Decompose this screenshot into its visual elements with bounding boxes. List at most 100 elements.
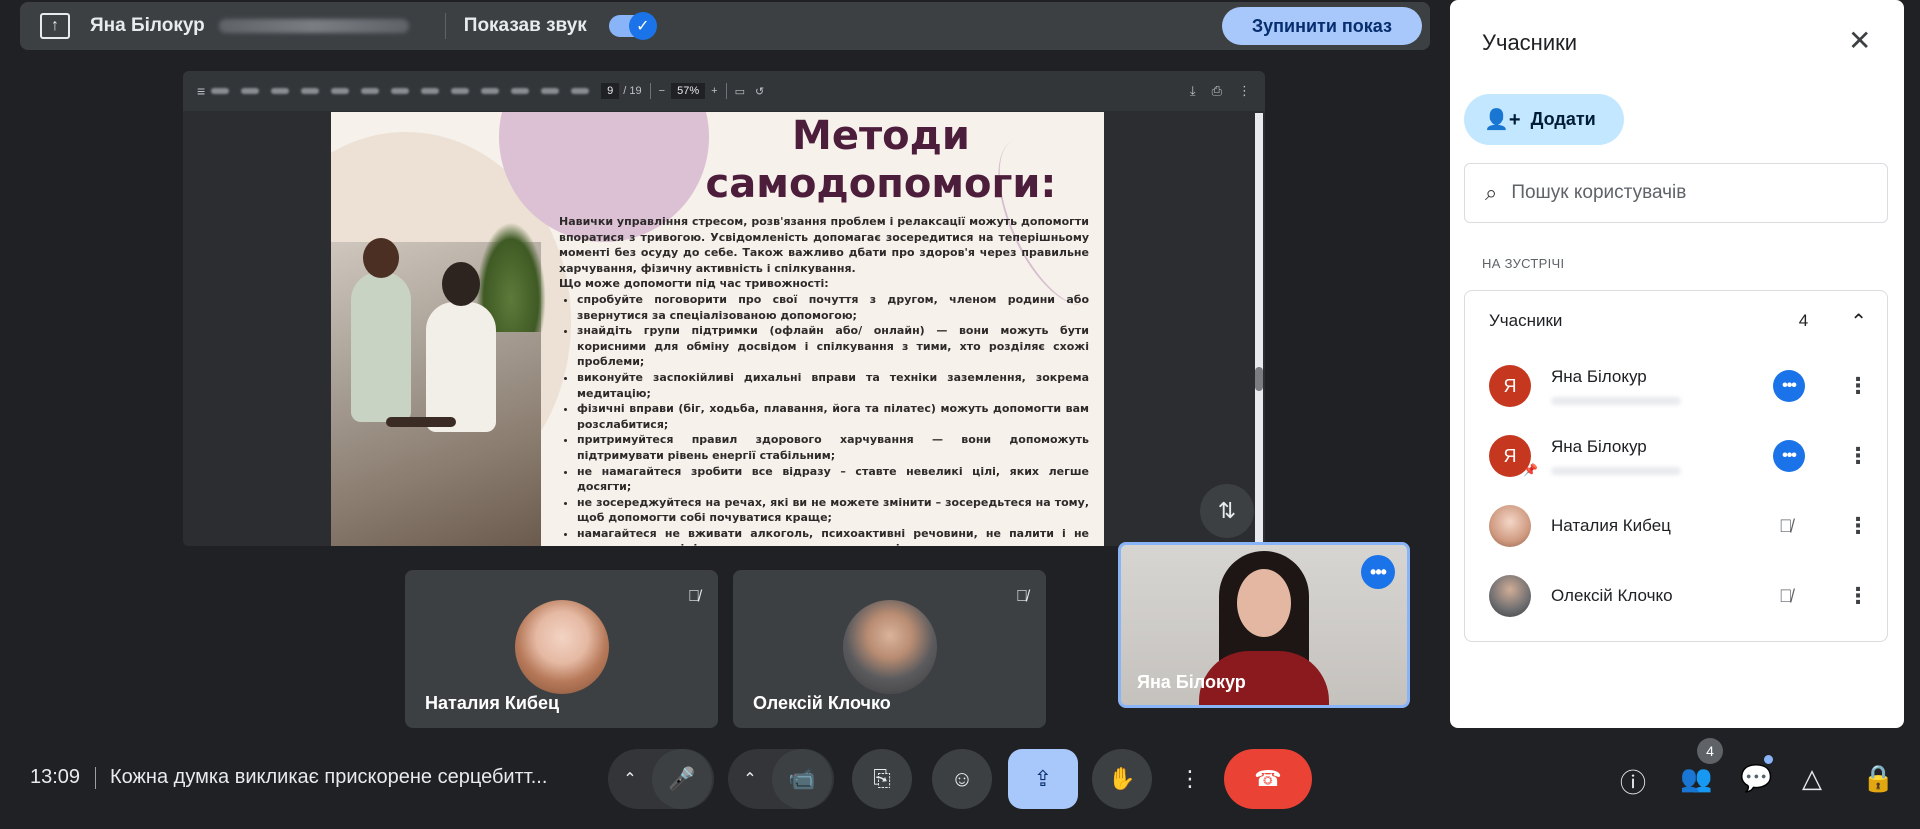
participant-name: Яна Білокур bbox=[1551, 437, 1647, 456]
slide-title-line: Методи bbox=[792, 113, 970, 159]
pdf-scrollbar[interactable] bbox=[1255, 113, 1263, 546]
group-header[interactable]: Учасники 4 ⌃ bbox=[1465, 291, 1887, 351]
tile-name: Наталия Кибец bbox=[425, 693, 560, 713]
slide-body: Навички управління стресом, розв'язання … bbox=[559, 214, 1089, 546]
pdf-scroll-thumb[interactable] bbox=[1255, 367, 1263, 391]
slide-list: спробуйте поговорити про свої почуття з … bbox=[577, 292, 1089, 546]
sound-toggle[interactable]: ✓ bbox=[608, 12, 657, 40]
more-vert-icon[interactable]: ⋮ bbox=[1238, 83, 1251, 99]
add-label: Додати bbox=[1530, 109, 1596, 129]
toolbar-blurred-item bbox=[541, 88, 560, 94]
more-options-icon[interactable]: ••• bbox=[1361, 555, 1395, 589]
participants-group: Учасники 4 ⌃ Я Яна Білокур ••• ⋮ Я 📌 Яна… bbox=[1464, 290, 1888, 642]
check-icon: ✓ bbox=[628, 12, 657, 40]
participant-tile-self[interactable]: ••• Яна Білокур bbox=[1118, 542, 1410, 708]
participant-row[interactable]: Олексій Клочко 🎙̸ ⋮ bbox=[1465, 561, 1887, 631]
more-options-icon[interactable]: ••• bbox=[1773, 370, 1805, 402]
activities-icon[interactable]: △ bbox=[1802, 763, 1822, 794]
toolbar-blurred-item bbox=[421, 88, 440, 94]
rotate-icon[interactable]: ↺ bbox=[755, 85, 764, 98]
chevron-up-icon[interactable]: ⌃ bbox=[608, 769, 652, 789]
raise-hand-button[interactable]: ✋ bbox=[1092, 749, 1152, 809]
slide-subheading: Що може допомогти під час тривожності: bbox=[559, 277, 829, 291]
participants-panel: Учасники ✕ 👤+ Додати ⌕ НА ЗУСТРІЧІ Учасн… bbox=[1450, 0, 1904, 728]
sound-label: Показав звук bbox=[463, 15, 587, 36]
divider bbox=[725, 83, 727, 99]
microphone-button[interactable]: 🎤 bbox=[652, 749, 712, 809]
group-count: 4 bbox=[1798, 311, 1809, 330]
panel-title: Учасники bbox=[1482, 30, 1578, 55]
photo-head bbox=[363, 238, 399, 278]
chevron-up-icon[interactable]: ⌃ bbox=[728, 769, 772, 789]
end-call-button[interactable]: ☎ bbox=[1224, 749, 1312, 809]
more-options-button[interactable]: ⋮ bbox=[1170, 749, 1210, 809]
search-field[interactable]: ⌕ bbox=[1464, 163, 1888, 223]
mic-off-icon: 🎙̸ bbox=[688, 588, 700, 605]
stop-presenting-button[interactable]: Зупинити показ bbox=[1221, 7, 1422, 45]
swap-vertical-icon[interactable]: ⇅ bbox=[1200, 484, 1254, 538]
photo-person bbox=[351, 238, 411, 422]
person-add-icon: 👤+ bbox=[1484, 109, 1521, 131]
tile-name: Яна Білокур bbox=[1137, 672, 1246, 692]
list-item: знайдіть групи підтримки (офлайн або/ он… bbox=[577, 323, 1089, 370]
photo-head bbox=[442, 262, 480, 306]
chevron-up-icon[interactable]: ⌃ bbox=[1850, 309, 1867, 334]
photo-person bbox=[426, 262, 496, 432]
toolbar-blurred-item bbox=[301, 88, 320, 94]
participant-row[interactable]: Наталия Кибец 🎙̸ ⋮ bbox=[1465, 491, 1887, 561]
group-label: Учасники bbox=[1489, 311, 1563, 330]
avatar bbox=[1489, 575, 1531, 617]
section-label: НА ЗУСТРІЧІ bbox=[1482, 256, 1565, 271]
meeting-title: Кожна думка викликає прискорене серцебит… bbox=[110, 766, 548, 788]
camera-button[interactable]: 📹 bbox=[772, 749, 832, 809]
more-vert-icon[interactable]: ⋮ bbox=[1847, 583, 1869, 609]
more-vert-icon[interactable]: ⋮ bbox=[1847, 443, 1869, 469]
zoom-in-icon[interactable]: + bbox=[711, 85, 717, 97]
page-number-input[interactable]: 9 bbox=[601, 83, 620, 99]
toolbar-blurred-item bbox=[391, 88, 410, 94]
pdf-toolbar: ≡ 9 / 19 − 57% + ▭ ↺ ⤓ ⎙ ⋮ bbox=[183, 71, 1265, 111]
chat-icon[interactable]: 💬 bbox=[1740, 763, 1772, 794]
divider bbox=[444, 13, 446, 39]
zoom-out-icon[interactable]: − bbox=[659, 85, 665, 97]
download-icon[interactable]: ⤓ bbox=[1190, 83, 1196, 99]
search-input[interactable] bbox=[1511, 182, 1842, 204]
captions-button[interactable]: ⎘ bbox=[852, 749, 912, 809]
toolbar-blurred-item bbox=[331, 88, 350, 94]
emoji-button[interactable]: ☺ bbox=[932, 749, 992, 809]
present-button[interactable]: ⇪ bbox=[1008, 749, 1078, 809]
more-vert-icon[interactable]: ⋮ bbox=[1847, 373, 1869, 399]
fit-page-icon[interactable]: ▭ bbox=[735, 85, 745, 98]
mic-control-group: ⌃ 🎤 bbox=[608, 749, 714, 809]
menu-icon[interactable]: ≡ bbox=[197, 83, 205, 99]
print-icon[interactable]: ⎙ bbox=[1212, 83, 1222, 99]
participant-tile-natalia[interactable]: 🎙̸ Наталия Кибец bbox=[405, 570, 718, 728]
list-item: виконуйте заспокійливі дихальні вправи т… bbox=[577, 370, 1089, 401]
toolbar-blurred-item bbox=[451, 88, 470, 94]
more-options-icon[interactable]: ••• bbox=[1773, 440, 1805, 472]
participant-row[interactable]: Я Яна Білокур ••• ⋮ bbox=[1465, 351, 1887, 421]
toolbar-blurred-item bbox=[361, 88, 380, 94]
people-count-badge: 4 bbox=[1697, 738, 1723, 764]
more-vert-icon[interactable]: ⋮ bbox=[1847, 513, 1869, 539]
host-controls-icon[interactable]: 🔒 bbox=[1862, 763, 1894, 794]
participant-row[interactable]: Я 📌 Яна Білокур ••• ⋮ bbox=[1465, 421, 1887, 491]
participant-name: Наталия Кибец bbox=[1551, 516, 1671, 535]
people-icon[interactable]: 👥 bbox=[1680, 763, 1712, 794]
info-icon[interactable]: ⓘ bbox=[1620, 763, 1646, 800]
close-icon[interactable]: ✕ bbox=[1848, 24, 1871, 57]
presenter-name-blurred bbox=[218, 19, 409, 33]
slide-page: Методи самодопомоги: Навички управління … bbox=[331, 112, 1104, 546]
video-face bbox=[1237, 569, 1291, 637]
list-item: притримуйтеся правил здорового харчуванн… bbox=[577, 432, 1089, 463]
presenting-bar: ↑ Яна Білокур Показав звук ✓ Зупинити по… bbox=[20, 2, 1430, 50]
slide-photo bbox=[331, 222, 546, 546]
participant-name: Яна Білокур bbox=[1551, 367, 1647, 386]
zoom-level[interactable]: 57% bbox=[671, 83, 706, 99]
camera-control-group: ⌃ 📹 bbox=[728, 749, 834, 809]
page-total: / 19 bbox=[623, 85, 642, 97]
add-people-button[interactable]: 👤+ Додати bbox=[1464, 94, 1624, 145]
participant-tile-oleksii[interactable]: 🎙̸ Олексій Клочко bbox=[733, 570, 1046, 728]
bottom-bar: 13:09 Кожна думка викликає прискорене се… bbox=[0, 741, 1920, 817]
toolbar-blurred-item bbox=[481, 88, 500, 94]
